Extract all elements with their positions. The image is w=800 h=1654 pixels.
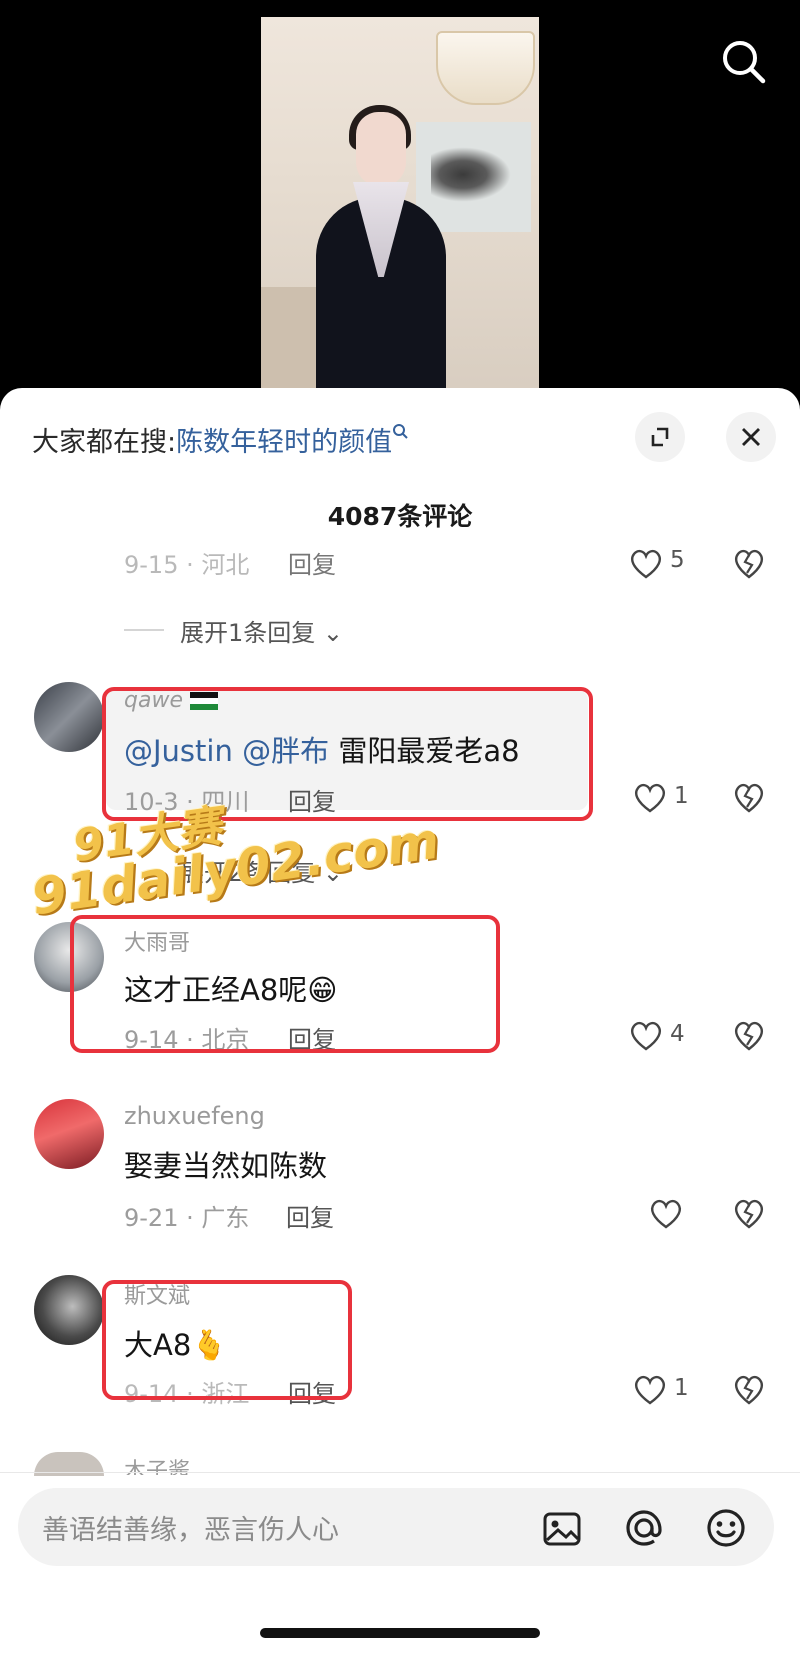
comment-text: 娶妻当然如陈数 — [124, 1149, 328, 1183]
image-icon[interactable] — [541, 1508, 583, 1550]
avatar[interactable] — [34, 1275, 104, 1345]
chevron-down-icon: ⌄ — [322, 619, 344, 647]
expand-button[interactable] — [635, 412, 685, 462]
like-count: 1 — [674, 783, 689, 809]
emoji-icon[interactable] — [704, 1506, 748, 1550]
red-highlight-box — [102, 1280, 352, 1400]
close-button[interactable] — [726, 412, 776, 462]
broken-heart-icon[interactable] — [732, 1197, 766, 1229]
divider — [0, 1472, 800, 1473]
reply-button[interactable]: 回复 — [286, 1198, 334, 1233]
broken-heart-icon[interactable] — [732, 547, 766, 579]
home-indicator — [260, 1628, 540, 1638]
username[interactable]: zhuxuefeng — [124, 1102, 265, 1130]
comment-meta: 9-21 · 广东 — [124, 1204, 250, 1232]
hot-search[interactable]: 大家都在搜:陈数年轻时的颜值 — [32, 420, 410, 459]
heart-icon[interactable] — [632, 1373, 668, 1405]
heart-icon[interactable] — [648, 1197, 684, 1229]
avatar[interactable] — [34, 682, 104, 752]
like-count: 5 — [670, 547, 685, 573]
search-icon[interactable] — [720, 38, 766, 84]
at-icon[interactable] — [622, 1506, 666, 1550]
broken-heart-icon[interactable] — [732, 1019, 766, 1051]
broken-heart-icon[interactable] — [732, 781, 766, 813]
divider-line — [124, 629, 164, 631]
expand-icon — [651, 427, 669, 447]
like-count: 4 — [670, 1021, 685, 1047]
heart-icon[interactable] — [632, 781, 668, 813]
close-icon — [742, 428, 760, 446]
expand-replies-label: 展开1条回复 — [180, 619, 316, 647]
comment-count: 4087条评论 — [327, 502, 473, 531]
hot-search-keyword[interactable]: 陈数年轻时的颜值 — [176, 427, 392, 458]
broken-heart-icon[interactable] — [732, 1373, 766, 1405]
heart-icon[interactable] — [628, 1019, 664, 1051]
small-search-icon — [393, 424, 408, 439]
hot-search-prefix: 大家都在搜: — [32, 427, 177, 458]
reply-button[interactable]: 回复 — [288, 545, 336, 580]
comment-input-placeholder: 善语结善缘，恶言伤人心 — [42, 1515, 339, 1546]
red-highlight-box — [70, 915, 500, 1053]
like-count: 1 — [674, 1375, 689, 1401]
comment-meta: 9-15 · 河北 — [124, 551, 250, 579]
avatar[interactable] — [34, 1099, 104, 1169]
video-area[interactable] — [0, 0, 800, 400]
expand-replies[interactable]: 展开1条回复 ⌄ — [180, 613, 343, 648]
heart-icon[interactable] — [628, 547, 664, 579]
video-frame[interactable] — [261, 17, 539, 400]
